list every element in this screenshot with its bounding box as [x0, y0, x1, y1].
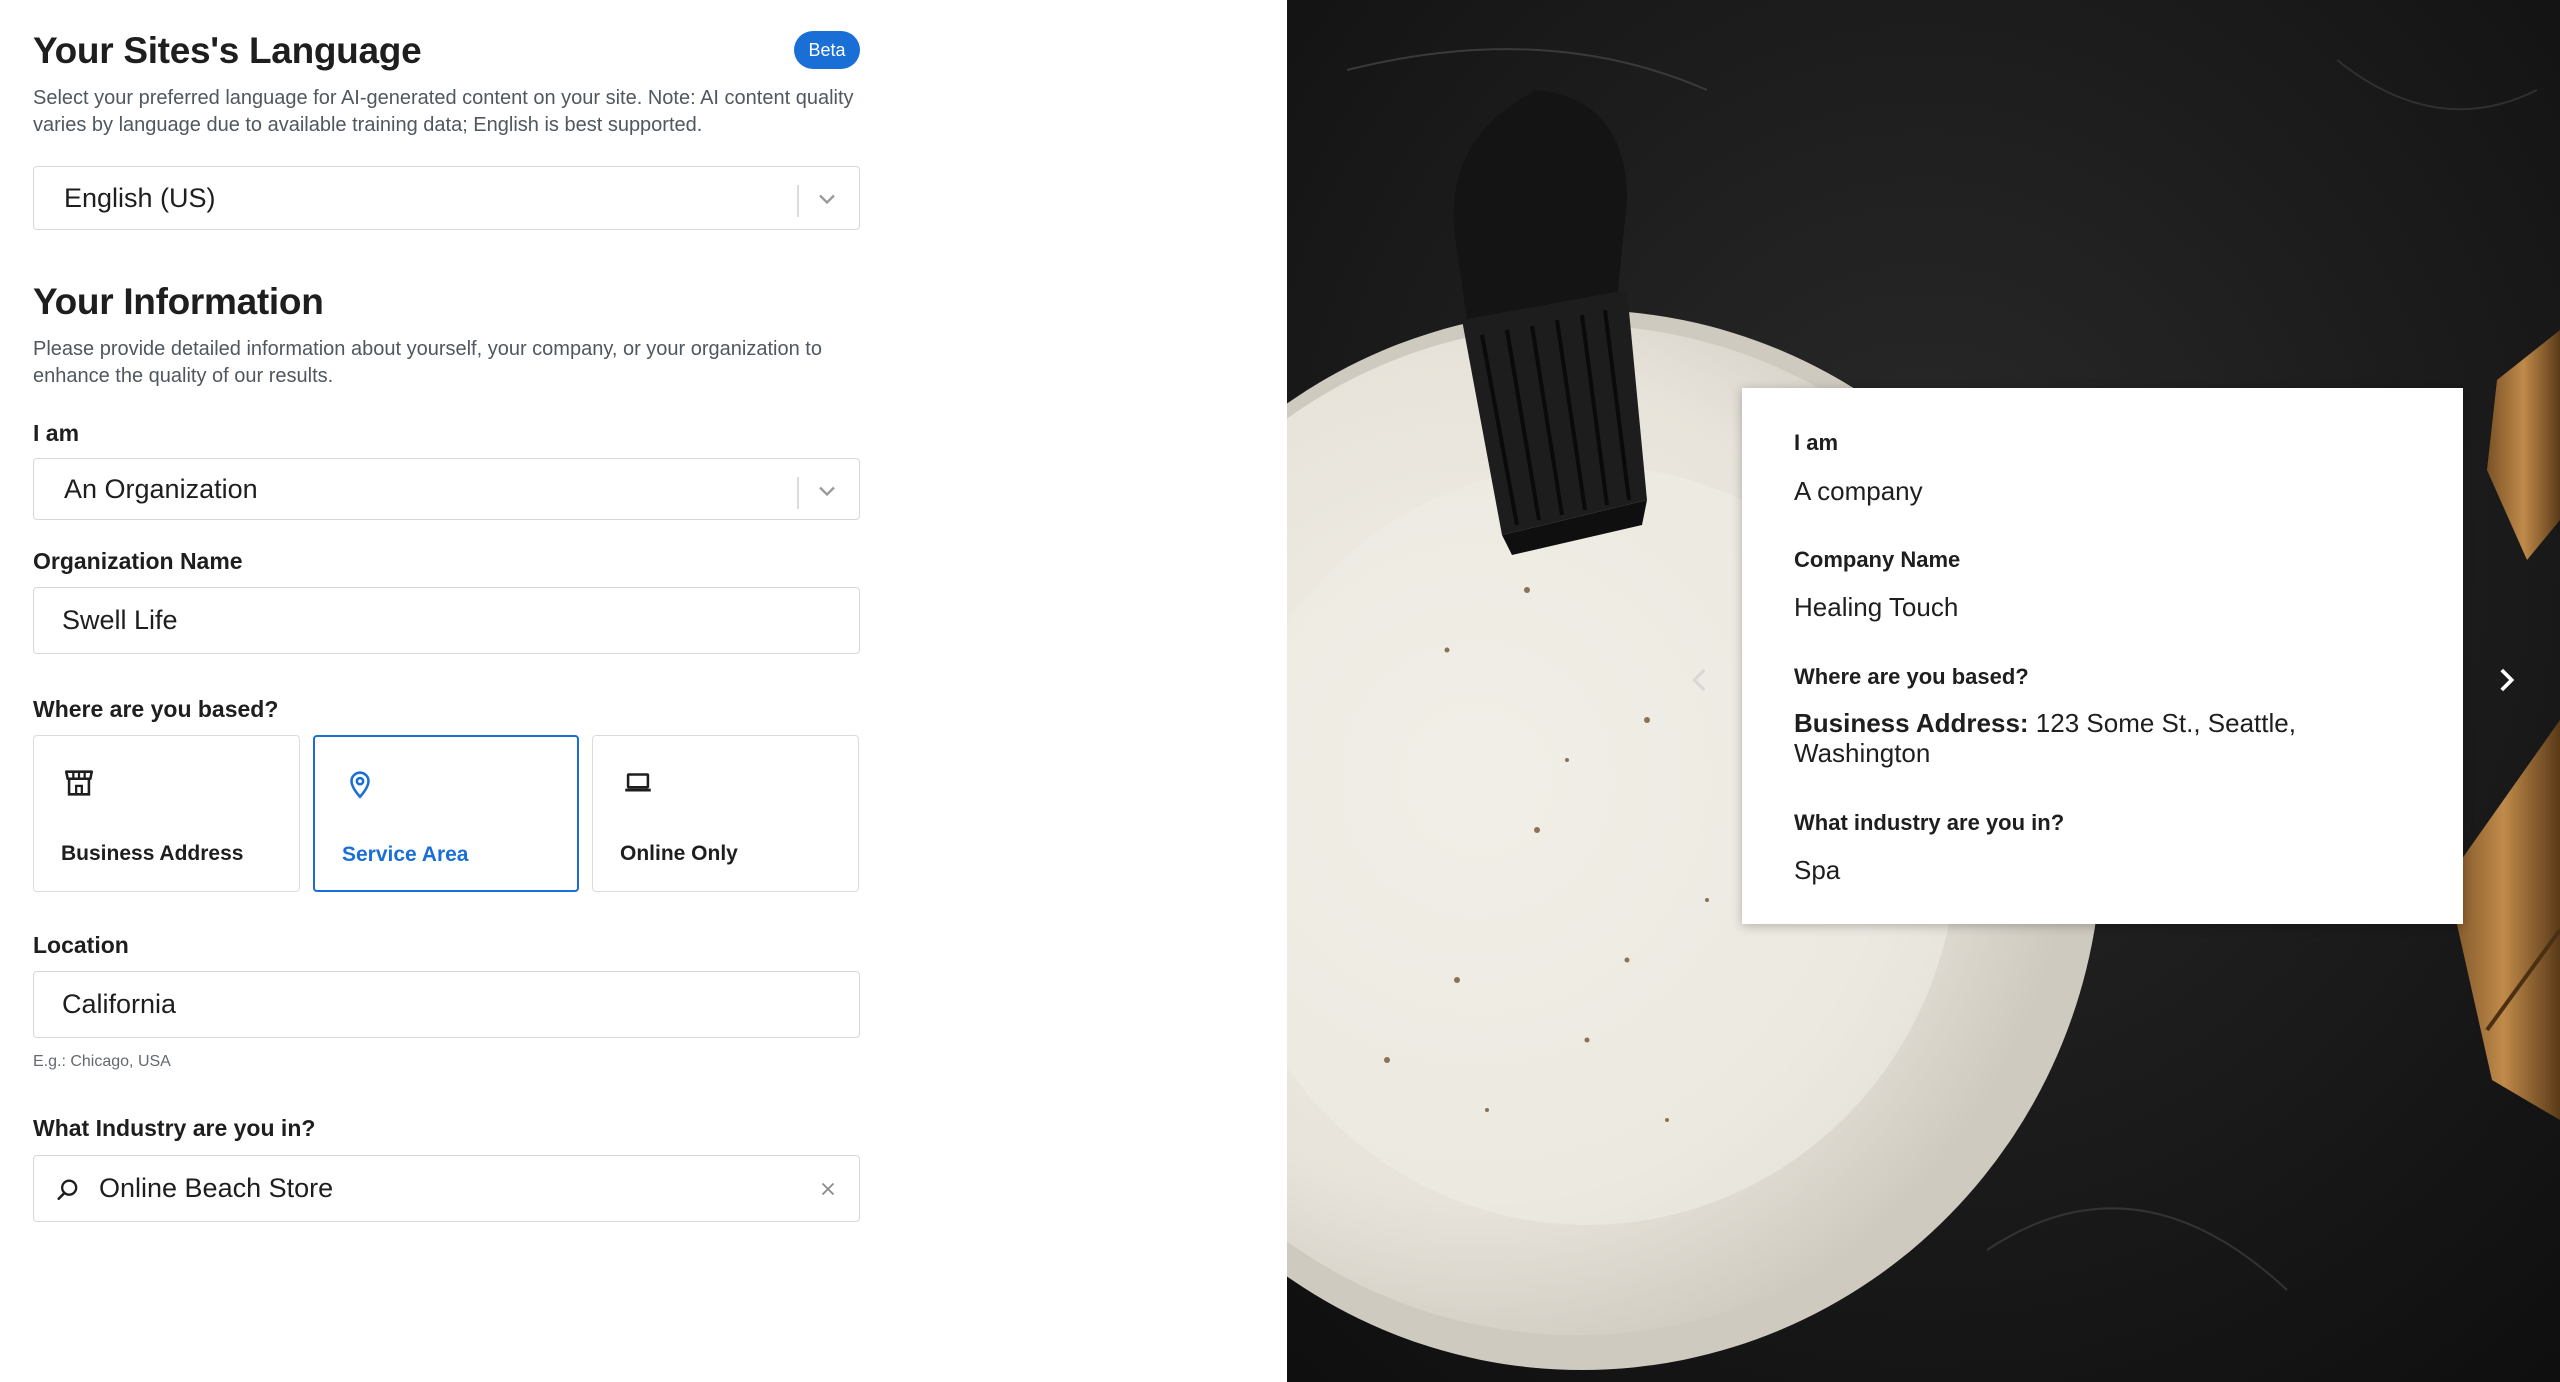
based-option-label: Online Only	[620, 842, 738, 865]
info-section-description: Please provide detailed information abou…	[33, 338, 822, 387]
org-name-input[interactable]: Swell Life	[33, 587, 860, 654]
i-am-label: I am	[33, 420, 80, 446]
i-am-select-value: An Organization	[64, 473, 258, 504]
select-divider	[797, 185, 799, 217]
based-option-service-area[interactable]: Service Area	[313, 735, 579, 892]
org-name-label: Organization Name	[33, 548, 243, 574]
clear-icon[interactable]	[817, 1178, 839, 1200]
laptop-icon	[625, 773, 651, 792]
i-am-select[interactable]: An Organization	[33, 458, 860, 520]
store-icon	[64, 770, 94, 796]
beta-badge: Beta	[794, 31, 860, 69]
location-input[interactable]: California	[33, 971, 860, 1038]
card-based-label: Where are you based?	[1794, 664, 2029, 689]
industry-label: What Industry are you in?	[33, 1115, 316, 1141]
card-company-value: Healing Touch	[1794, 592, 1959, 622]
industry-search-input[interactable]: Online Beach Store	[33, 1155, 860, 1222]
based-label: Where are you based?	[33, 696, 279, 722]
form-panel: Your Sites's Language Beta Select your p…	[0, 0, 1287, 1382]
language-select-value: English (US)	[64, 182, 216, 213]
preview-card: I am A company Company Name Healing Touc…	[1742, 388, 2463, 924]
language-select[interactable]: English (US)	[33, 166, 860, 230]
location-value: California	[62, 989, 177, 1019]
previous-arrow-icon[interactable]	[1683, 663, 1717, 697]
card-based-prefix: Business Address:	[1794, 708, 2029, 738]
location-hint: E.g.: Chicago, USA	[33, 1053, 171, 1070]
based-option-label: Business Address	[61, 842, 244, 865]
card-i-am-value: A company	[1794, 476, 1923, 506]
location-pin-icon	[350, 771, 370, 799]
based-option-business-address[interactable]: Business Address	[33, 735, 300, 892]
card-industry-value: Spa	[1794, 855, 1841, 885]
language-section-description: Select your preferred language for AI-ge…	[33, 87, 854, 136]
card-industry-label: What industry are you in?	[1794, 810, 2065, 835]
chevron-down-icon[interactable]	[813, 477, 841, 505]
next-arrow-icon[interactable]	[2489, 663, 2523, 697]
card-i-am-label: I am	[1794, 430, 1839, 455]
location-label: Location	[33, 932, 129, 958]
search-icon	[57, 1179, 78, 1201]
card-company-label: Company Name	[1794, 547, 1961, 572]
card-based-value: Business Address: 123 Some St., Seattle,…	[1794, 708, 2394, 768]
info-section-title: Your Information	[33, 281, 324, 322]
based-option-online-only[interactable]: Online Only	[592, 735, 859, 892]
chevron-down-icon[interactable]	[813, 185, 841, 213]
language-section-title: Your Sites's Language	[33, 30, 422, 71]
based-option-label: Service Area	[342, 843, 469, 866]
org-name-value: Swell Life	[62, 605, 178, 635]
industry-value: Online Beach Store	[99, 1173, 334, 1203]
select-divider	[797, 477, 799, 509]
